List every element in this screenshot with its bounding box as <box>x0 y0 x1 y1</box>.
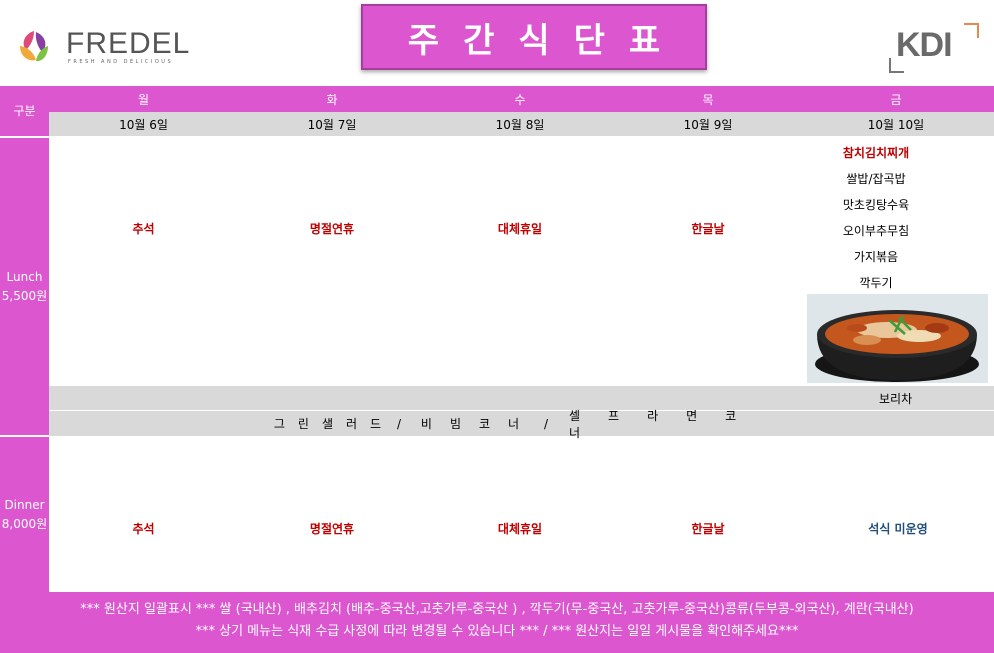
lunch-holiday-tue: 명절연휴 <box>309 221 355 236</box>
dinner-price: 8,000원 <box>1 516 48 531</box>
menu-item-rice: 쌀밥/잡곡밥 <box>846 172 906 186</box>
menu-item-main: 참치김치찌개 <box>842 146 910 160</box>
origin-notice: *** 원산지 일괄표시 *** 쌀 (국내산) , 배추김치 (배추-중국산,… <box>80 602 914 617</box>
friday-drink: 보리차 <box>879 391 913 406</box>
menu-item-side2: 오이부추무침 <box>842 224 910 238</box>
category-label: 구분 <box>13 103 36 118</box>
date-fri: 10월 10일 <box>867 117 925 132</box>
kimchi-stew-photo <box>807 294 988 383</box>
weekday-mon: 월 <box>137 92 150 107</box>
date-thu: 10월 9일 <box>683 117 733 132</box>
corner-bibim: 비빔코너 <box>420 417 538 431</box>
kdi-logo: KDI <box>896 26 953 64</box>
date-mon: 10월 6일 <box>119 117 168 132</box>
weekday-fri: 금 <box>890 92 902 107</box>
weekday-wed: 수 <box>514 92 526 107</box>
weekday-row: 월 화 수 목 금 <box>49 86 994 112</box>
corner-separator-1: / <box>396 416 402 431</box>
category-label-cell: 구분 <box>0 86 49 136</box>
date-tue: 10월 7일 <box>307 117 357 132</box>
date-row: 10월 6일 10월 7일 10월 8일 10월 9일 10월 10일 <box>49 112 994 136</box>
menu-item-side3: 가지볶음 <box>853 250 899 264</box>
page-title: 주간식단표 <box>407 20 685 61</box>
corner-salad: 그린샐러드 <box>273 417 395 431</box>
dinner-label: Dinner <box>4 497 45 512</box>
friday-lunch-menu: 참치김치찌개 쌀밥/잡곡밥 맛초킹탕수육 오이부추무침 가지볶음 깍두기 <box>802 138 994 294</box>
change-notice: *** 상기 메뉴는 식재 수급 사정에 따라 변경될 수 있습니다 *** /… <box>195 624 799 639</box>
corner-ramen: 셀프라면코너 <box>569 408 765 440</box>
fredel-leaf-logo-icon <box>20 31 48 62</box>
weekday-tue: 화 <box>326 92 338 107</box>
weekday-thu: 목 <box>702 92 714 107</box>
menu-item-kimchi: 깍두기 <box>859 276 893 290</box>
corner-separator-2: / <box>543 416 549 431</box>
page-title-box: 주간식단표 <box>361 4 707 70</box>
brand-name: FREDEL <box>66 27 191 60</box>
lunch-holiday-wed: 대체휴일 <box>497 221 543 236</box>
lunch-label-cell: Lunch 5,500원 <box>0 138 49 435</box>
lunch-holiday-mon: 추석 <box>132 221 155 236</box>
drink-row: 보리차 <box>49 386 994 410</box>
corner-row: 그린샐러드 / 비빔코너 / 셀프라면코너 <box>49 408 994 440</box>
lunch-price: 5,500원 <box>1 288 48 303</box>
footer-notice: *** 원산지 일괄표시 *** 쌀 (국내산) , 배추김치 (배추-중국산,… <box>0 592 994 653</box>
lunch-label: Lunch <box>6 269 43 284</box>
brand-tagline: FRESH AND DELICIOUS <box>68 59 174 65</box>
date-wed: 10월 8일 <box>495 117 545 132</box>
lunch-holiday-thu: 한글날 <box>691 221 725 236</box>
menu-item-side1: 맛초킹탕수육 <box>842 198 910 212</box>
dinner-label-cell: Dinner 8,000원 <box>0 437 49 592</box>
